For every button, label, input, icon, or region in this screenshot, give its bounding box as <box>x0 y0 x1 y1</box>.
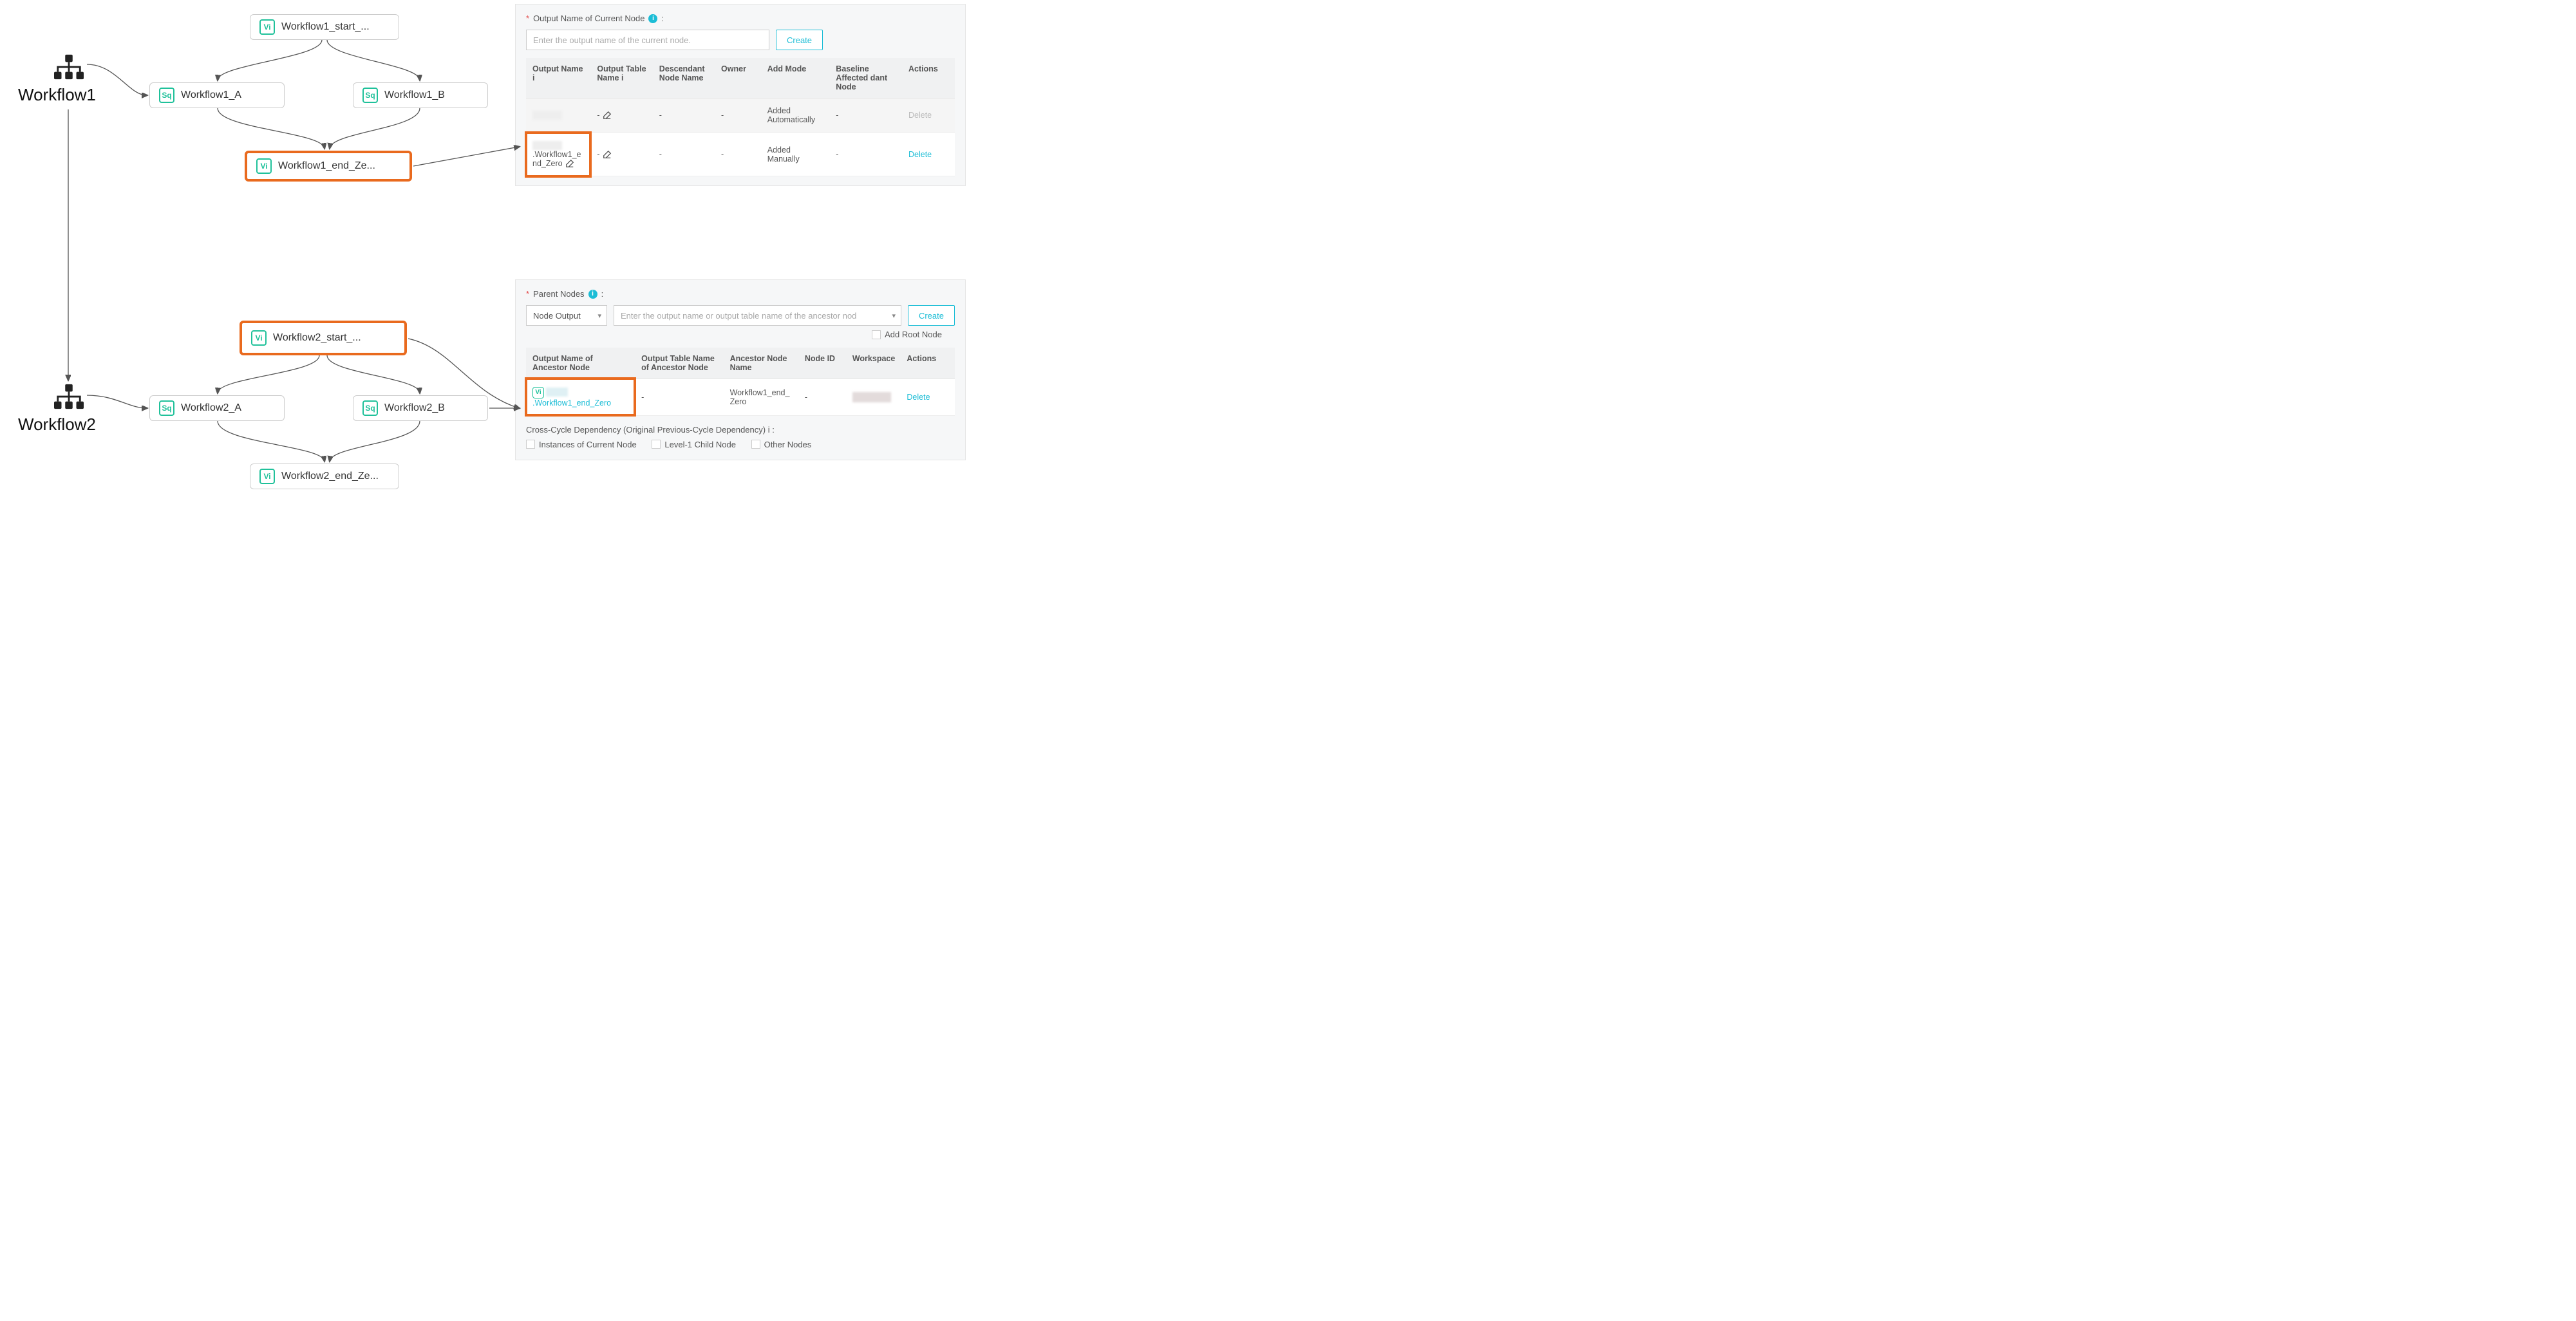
edit-icon[interactable] <box>603 150 612 159</box>
output-table: Output Name i Output Table Name i Descen… <box>526 58 955 176</box>
node-wf1-a[interactable]: Sq Workflow1_A <box>149 82 285 108</box>
vi-badge-icon: Vi <box>256 158 272 174</box>
info-icon[interactable]: i <box>648 14 657 23</box>
table-row: Vi .Workflow1_end_Zero - Workflow1_end_Z… <box>526 379 955 415</box>
output-name-panel: * Output Name of Current Node i : Create… <box>515 4 966 186</box>
panel-title: Output Name of Current Node <box>533 14 644 23</box>
node-label: Workflow1_end_Ze... <box>278 160 375 172</box>
sq-badge-icon: Sq <box>362 400 378 416</box>
node-label: Workflow2_end_Ze... <box>281 471 379 482</box>
workflow2-label: Workflow2 <box>18 415 96 435</box>
table-row: - - - Added Automatically - Delete <box>526 98 955 133</box>
ancestor-link[interactable]: .Workflow1_end_Zero <box>532 387 611 408</box>
sq-badge-icon: Sq <box>159 400 174 416</box>
edit-icon[interactable] <box>565 159 574 168</box>
edit-icon[interactable] <box>603 111 612 120</box>
delete-action-disabled: Delete <box>908 111 932 120</box>
node-wf2-a[interactable]: Sq Workflow2_A <box>149 395 285 421</box>
redacted-text <box>532 141 562 150</box>
info-icon[interactable]: i <box>588 290 597 299</box>
add-root-node-checkbox[interactable]: Add Root Node <box>872 330 942 339</box>
cross-cycle-current-checkbox[interactable]: Instances of Current Node <box>526 440 637 449</box>
node-wf1-b[interactable]: Sq Workflow1_B <box>353 82 488 108</box>
table-row: .Workflow1_end_Zero - - - Added Manually… <box>526 133 955 176</box>
node-wf2-b[interactable]: Sq Workflow2_B <box>353 395 488 421</box>
info-icon[interactable]: i <box>532 73 534 82</box>
node-label: Workflow2_A <box>181 402 241 414</box>
workflow-icon <box>54 384 84 409</box>
node-label: Workflow1_start_... <box>281 21 370 33</box>
vi-badge-icon: Vi <box>259 469 275 484</box>
required-marker: * <box>526 14 529 23</box>
vi-badge-icon: Vi <box>259 19 275 35</box>
panel-title: Parent Nodes <box>533 289 585 299</box>
node-label: Workflow1_A <box>181 89 241 101</box>
node-wf2-end[interactable]: Vi Workflow2_end_Ze... <box>250 464 399 489</box>
redacted-text <box>532 111 562 120</box>
sq-badge-icon: Sq <box>159 88 174 103</box>
node-wf1-start[interactable]: Vi Workflow1_start_... <box>250 14 399 40</box>
delete-action[interactable]: Delete <box>907 393 930 402</box>
node-output-select[interactable]: Node Output <box>526 305 607 326</box>
sq-badge-icon: Sq <box>362 88 378 103</box>
required-marker: * <box>526 289 529 299</box>
node-label: Workflow2_B <box>384 402 445 414</box>
node-label: Workflow2_start_... <box>273 332 361 344</box>
create-button[interactable]: Create <box>908 305 955 326</box>
cross-cycle-level1-checkbox[interactable]: Level-1 Child Node <box>652 440 736 449</box>
create-button[interactable]: Create <box>776 30 823 50</box>
workflow1-label: Workflow1 <box>18 85 96 105</box>
ancestor-search-select[interactable]: Enter the output name or output table na… <box>614 305 901 326</box>
parent-table: Output Name of Ancestor Node Output Tabl… <box>526 348 955 416</box>
vi-badge-icon: Vi <box>532 387 544 398</box>
cross-cycle-other-checkbox[interactable]: Other Nodes <box>751 440 812 449</box>
workflow-icon <box>54 54 84 80</box>
redacted-text <box>852 392 891 402</box>
info-icon[interactable]: i <box>768 425 770 435</box>
info-icon[interactable]: i <box>621 73 623 82</box>
node-wf1-end[interactable]: Vi Workflow1_end_Ze... <box>245 151 412 182</box>
output-name-input[interactable] <box>526 30 769 50</box>
parent-nodes-panel: * Parent Nodes i : Node Output Enter the… <box>515 279 966 460</box>
node-label: Workflow1_B <box>384 89 445 101</box>
vi-badge-icon: Vi <box>251 330 267 346</box>
delete-action[interactable]: Delete <box>908 150 932 159</box>
node-wf2-start[interactable]: Vi Workflow2_start_... <box>240 321 407 355</box>
